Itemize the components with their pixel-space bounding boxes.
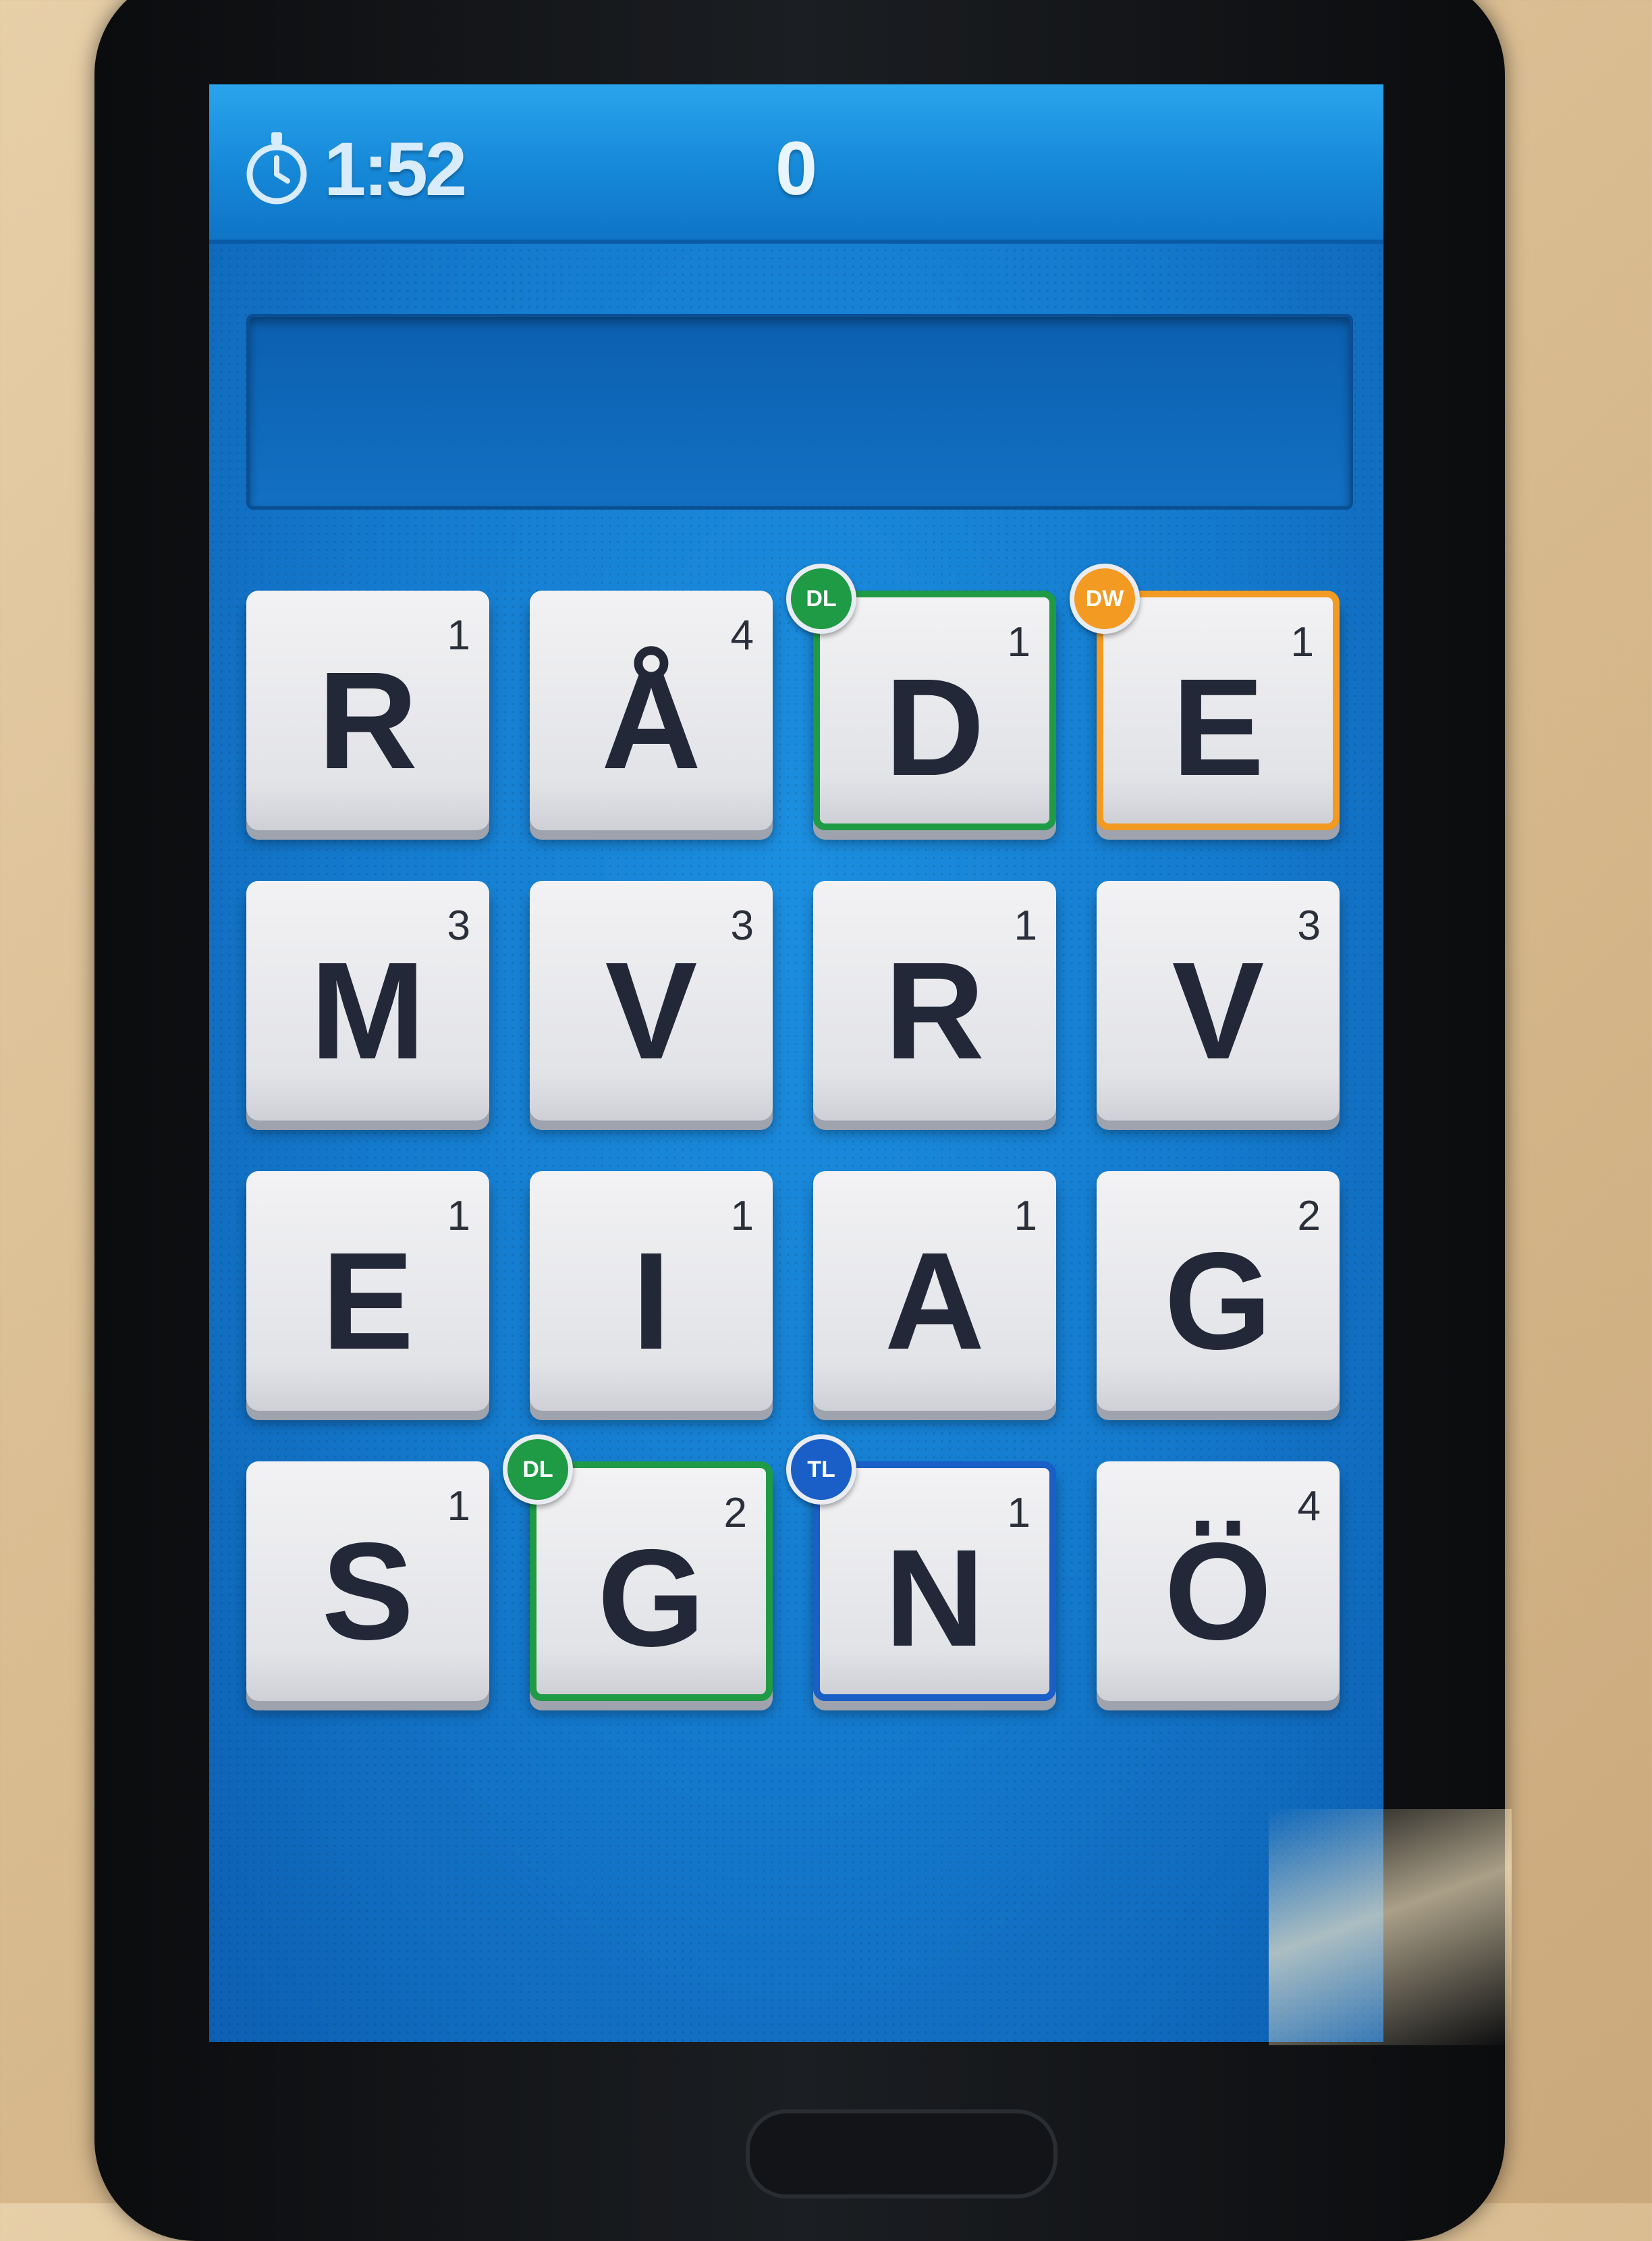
letter-tile[interactable]: E1 [1097,591,1340,830]
tile-letter: S [321,1514,414,1669]
tile-letter: V [1172,934,1265,1088]
letter-tile[interactable]: R1 [246,591,489,830]
tile-letter: V [605,934,698,1088]
letter-tile[interactable]: A1 [813,1171,1056,1411]
tile-points: 1 [1290,619,1314,666]
letter-tile[interactable]: G2 [530,1461,773,1701]
tile-letter: I [632,1224,671,1378]
tile-points: 1 [447,1483,470,1530]
letter-tile[interactable]: I1 [530,1171,773,1411]
tile-letter: A [884,1224,985,1378]
letter-tile[interactable]: N1 [813,1461,1056,1701]
tile-letter: Å [601,643,702,798]
tile-letter: N [884,1521,985,1675]
tile-points: 1 [1007,1490,1030,1536]
tile-points: 4 [730,612,754,659]
home-button[interactable] [746,2109,1057,2198]
tile-points: 1 [730,1193,754,1239]
tile-points: 3 [447,902,470,949]
letter-tile[interactable]: D1 [813,591,1056,830]
tile-points: 1 [1007,619,1030,666]
game-screen: 1:52 0 R 1 Å 4 D 1 DL E 1 DW M 3 V 3 R 1 V 3 E 1 I 1 A 1 G 2 S 1 G 2 D… [209,84,1383,2042]
letter-tile[interactable]: M3 [246,881,489,1120]
tile-letter: R [317,643,418,798]
tile-letter: G [597,1521,705,1675]
tile-letter: R [884,934,985,1088]
tile-points: 1 [447,612,470,659]
bonus-badge-tl: TL [786,1434,856,1505]
letter-tile[interactable]: E1 [246,1171,489,1411]
letter-tile[interactable]: V3 [1097,881,1340,1120]
bonus-badge-dl: DL [503,1434,573,1505]
tile-points: 3 [1297,902,1321,949]
tile-points: 2 [1297,1193,1321,1239]
tile-letter: Ö [1164,1514,1272,1669]
letter-tile[interactable]: S1 [246,1461,489,1701]
tile-letter: E [1172,650,1265,805]
letter-tile[interactable]: V3 [530,881,773,1120]
letter-board: R 1 Å 4 D 1 DL E 1 DW M 3 V 3 R 1 V 3 E 1 I 1 A 1 G 2 S 1 G 2 DL N 1 TL Ö 4 [209,84,1383,2042]
letter-tile[interactable]: G2 [1097,1171,1340,1411]
tile-letter: D [884,650,985,805]
tile-points: 2 [723,1490,747,1536]
tile-letter: E [321,1224,414,1378]
letter-tile[interactable]: R1 [813,881,1056,1120]
tile-points: 4 [1297,1483,1321,1530]
bonus-badge-dw: DW [1070,564,1140,634]
letter-tile[interactable]: Å4 [530,591,773,830]
tile-letter: M [310,934,426,1088]
tile-points: 1 [1014,1193,1037,1239]
tile-points: 1 [1014,902,1037,949]
letter-tile[interactable]: Ö4 [1097,1461,1340,1701]
tile-points: 1 [447,1193,470,1239]
tile-points: 3 [730,902,754,949]
bonus-badge-dl: DL [786,564,856,634]
tile-letter: G [1164,1224,1272,1378]
